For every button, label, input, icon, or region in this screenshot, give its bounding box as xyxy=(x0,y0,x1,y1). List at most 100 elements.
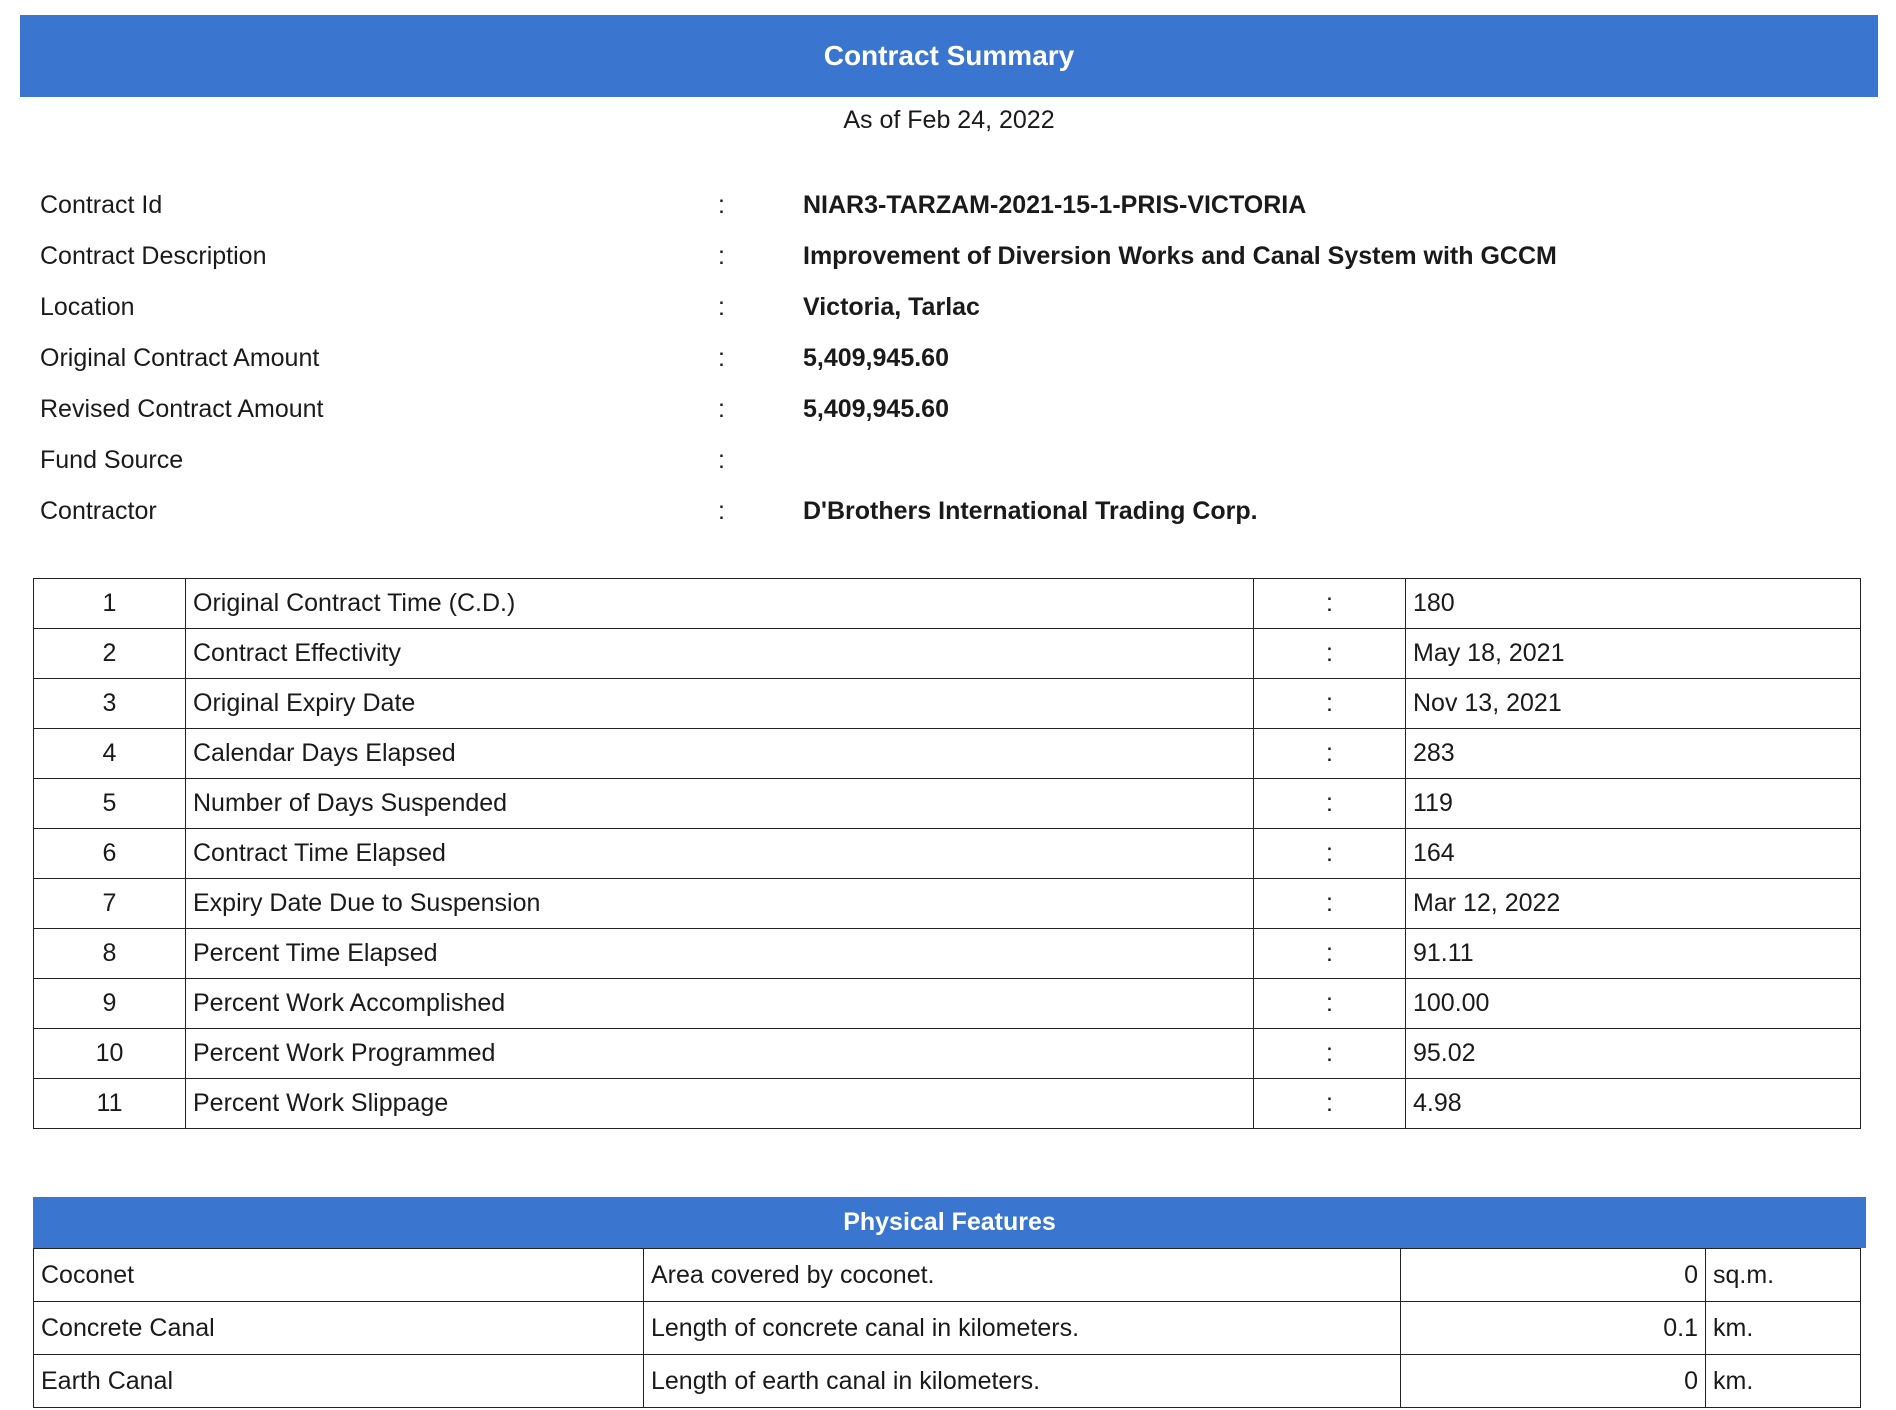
feature-name: Concrete Canal xyxy=(33,1301,644,1355)
row-label: Percent Work Slippage xyxy=(185,1078,1254,1129)
row-number: 11 xyxy=(33,1078,186,1129)
row-colon: : xyxy=(1253,878,1406,929)
row-value: 100.00 xyxy=(1405,978,1861,1029)
info-colon: : xyxy=(718,344,725,372)
info-row-original-amount: Original Contract Amount : 5,409,945.60 xyxy=(40,344,1860,395)
row-label: Percent Time Elapsed xyxy=(185,928,1254,979)
row-colon: : xyxy=(1253,678,1406,729)
physical-features-table: Coconet Area covered by coconet. 0 sq.m.… xyxy=(33,1248,1861,1408)
row-number: 4 xyxy=(33,728,186,779)
feature-description: Length of concrete canal in kilometers. xyxy=(643,1301,1401,1355)
info-row-fund-source: Fund Source : xyxy=(40,446,1860,497)
info-row-revised-amount: Revised Contract Amount : 5,409,945.60 xyxy=(40,395,1860,446)
info-value: 5,409,945.60 xyxy=(803,344,949,372)
row-colon: : xyxy=(1253,1078,1406,1129)
contract-time-table: 1 Original Contract Time (C.D.) : 180 2 … xyxy=(33,578,1861,1129)
info-value: Victoria, Tarlac xyxy=(803,293,980,321)
row-value: 4.98 xyxy=(1405,1078,1861,1129)
row-number: 1 xyxy=(33,578,186,629)
row-number: 2 xyxy=(33,628,186,679)
row-label: Number of Days Suspended xyxy=(185,778,1254,829)
info-colon: : xyxy=(718,395,725,423)
feature-quantity: 0 xyxy=(1400,1354,1706,1408)
table-row: 7 Expiry Date Due to Suspension : Mar 12… xyxy=(33,878,1861,929)
row-colon: : xyxy=(1253,928,1406,979)
row-label: Contract Effectivity xyxy=(185,628,1254,679)
table-row: Earth Canal Length of earth canal in kil… xyxy=(33,1354,1861,1408)
row-colon: : xyxy=(1253,778,1406,829)
table-row: 6 Contract Time Elapsed : 164 xyxy=(33,828,1861,879)
feature-unit: sq.m. xyxy=(1705,1248,1861,1302)
row-value: 95.02 xyxy=(1405,1028,1861,1079)
row-value: 180 xyxy=(1405,578,1861,629)
row-label: Original Contract Time (C.D.) xyxy=(185,578,1254,629)
row-number: 8 xyxy=(33,928,186,979)
row-number: 9 xyxy=(33,978,186,1029)
table-row: 4 Calendar Days Elapsed : 283 xyxy=(33,728,1861,779)
row-value: Mar 12, 2022 xyxy=(1405,878,1861,929)
contract-summary-page: Contract Summary As of Feb 24, 2022 Cont… xyxy=(0,0,1896,1410)
feature-name: Earth Canal xyxy=(33,1354,644,1408)
table-row: Concrete Canal Length of concrete canal … xyxy=(33,1301,1861,1355)
feature-description: Length of earth canal in kilometers. xyxy=(643,1354,1401,1408)
info-label: Contract Description xyxy=(40,242,267,270)
info-colon: : xyxy=(718,191,725,219)
info-value: D'Brothers International Trading Corp. xyxy=(803,497,1258,525)
page-title-bar: Contract Summary xyxy=(20,15,1878,97)
table-row: 9 Percent Work Accomplished : 100.00 xyxy=(33,978,1861,1029)
info-row-contract-description: Contract Description : Improvement of Di… xyxy=(40,242,1860,293)
row-value: 119 xyxy=(1405,778,1861,829)
row-number: 6 xyxy=(33,828,186,879)
table-row: 2 Contract Effectivity : May 18, 2021 xyxy=(33,628,1861,679)
row-value: May 18, 2021 xyxy=(1405,628,1861,679)
info-row-location: Location : Victoria, Tarlac xyxy=(40,293,1860,344)
info-value: 5,409,945.60 xyxy=(803,395,949,423)
table-row: 11 Percent Work Slippage : 4.98 xyxy=(33,1078,1861,1129)
info-colon: : xyxy=(718,293,725,321)
as-of-date: As of Feb 24, 2022 xyxy=(843,106,1055,134)
info-colon: : xyxy=(718,242,725,270)
table-row: 8 Percent Time Elapsed : 91.11 xyxy=(33,928,1861,979)
feature-unit: km. xyxy=(1705,1354,1861,1408)
row-number: 7 xyxy=(33,878,186,929)
info-row-contractor: Contractor : D'Brothers International Tr… xyxy=(40,497,1860,548)
info-colon: : xyxy=(718,497,725,525)
info-value: NIAR3-TARZAM-2021-15-1-PRIS-VICTORIA xyxy=(803,191,1307,219)
row-value: 283 xyxy=(1405,728,1861,779)
table-row: 5 Number of Days Suspended : 119 xyxy=(33,778,1861,829)
table-row: 3 Original Expiry Date : Nov 13, 2021 xyxy=(33,678,1861,729)
info-label: Fund Source xyxy=(40,446,184,474)
row-colon: : xyxy=(1253,728,1406,779)
row-colon: : xyxy=(1253,578,1406,629)
info-label: Revised Contract Amount xyxy=(40,395,324,423)
physical-features-title: Physical Features xyxy=(843,1208,1056,1236)
info-label: Location xyxy=(40,293,135,321)
row-label: Calendar Days Elapsed xyxy=(185,728,1254,779)
info-label: Contract Id xyxy=(40,191,163,219)
feature-unit: km. xyxy=(1705,1301,1861,1355)
table-row: 10 Percent Work Programmed : 95.02 xyxy=(33,1028,1861,1079)
page-title: Contract Summary xyxy=(823,40,1075,71)
row-number: 5 xyxy=(33,778,186,829)
table-row: Coconet Area covered by coconet. 0 sq.m. xyxy=(33,1248,1861,1302)
feature-quantity: 0 xyxy=(1400,1248,1706,1302)
row-colon: : xyxy=(1253,828,1406,879)
info-row-contract-id: Contract Id : NIAR3-TARZAM-2021-15-1-PRI… xyxy=(40,191,1860,242)
row-colon: : xyxy=(1253,1028,1406,1079)
row-label: Percent Work Programmed xyxy=(185,1028,1254,1079)
row-label: Contract Time Elapsed xyxy=(185,828,1254,879)
row-label: Original Expiry Date xyxy=(185,678,1254,729)
info-label: Contractor xyxy=(40,497,157,525)
row-value: 91.11 xyxy=(1405,928,1861,979)
info-colon: : xyxy=(718,446,725,474)
table-row: 1 Original Contract Time (C.D.) : 180 xyxy=(33,578,1861,629)
row-value: Nov 13, 2021 xyxy=(1405,678,1861,729)
info-label: Original Contract Amount xyxy=(40,344,320,372)
row-number: 3 xyxy=(33,678,186,729)
row-label: Expiry Date Due to Suspension xyxy=(185,878,1254,929)
row-value: 164 xyxy=(1405,828,1861,879)
physical-features-header: Physical Features xyxy=(33,1197,1866,1248)
feature-quantity: 0.1 xyxy=(1400,1301,1706,1355)
feature-description: Area covered by coconet. xyxy=(643,1248,1401,1302)
row-colon: : xyxy=(1253,978,1406,1029)
